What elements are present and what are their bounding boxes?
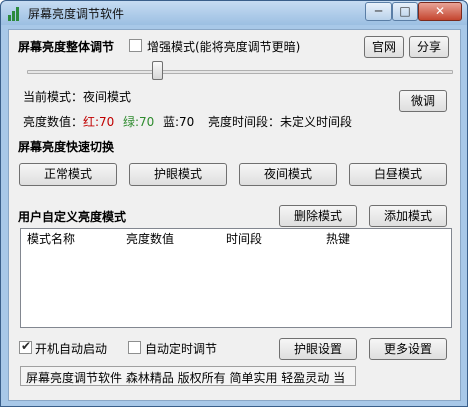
autostart-checkbox[interactable]: ✔ (19, 339, 32, 354)
add-mode-button[interactable]: 添加模式 (369, 205, 447, 227)
minimize-icon: ─ (374, 4, 383, 18)
column-header-brightness[interactable]: 亮度数值 (126, 230, 174, 247)
enhance-mode-checkbox[interactable] (129, 39, 142, 52)
quick-switch-title: 屏幕亮度快速切换 (18, 140, 115, 154)
close-icon: ✕ (434, 4, 446, 18)
window-title: 屏幕亮度调节软件 (28, 7, 125, 21)
column-header-mode-name[interactable]: 模式名称 (27, 230, 75, 247)
app-bars-icon (7, 5, 23, 21)
current-mode-label: 当前模式：夜间模式 (23, 90, 132, 104)
maximize-button[interactable]: □ (392, 2, 418, 21)
eye-settings-button[interactable]: 护眼设置 (279, 338, 357, 360)
blue-value: 蓝:70 (163, 115, 195, 129)
brightness-slider-thumb[interactable] (151, 61, 163, 80)
main-window: 屏幕亮度调节软件 ─ □ ✕ 屏幕亮度整体调节 增强模式(能将亮度调节更暗) 官… (0, 0, 468, 407)
delete-mode-button[interactable]: 删除模式 (279, 205, 357, 227)
official-site-button[interactable]: 官网 (364, 36, 404, 58)
list-header: 模式名称 亮度数值 时间段 热键 (21, 229, 451, 246)
eye-care-mode-button[interactable]: 护眼模式 (129, 163, 227, 186)
check-mark-icon: ✔ (21, 339, 32, 353)
more-settings-button[interactable]: 更多设置 (369, 338, 447, 360)
timed-adjust-label: 自动定时调节 (145, 342, 218, 356)
autostart-label: 开机自动启动 (35, 342, 108, 356)
custom-modes-list[interactable]: 模式名称 亮度数值 时间段 热键 (20, 228, 452, 328)
column-header-time-period[interactable]: 时间段 (226, 230, 262, 247)
time-period-label: 亮度时间段：未定义时间段 (208, 115, 353, 129)
fine-tune-button[interactable]: 微调 (399, 90, 447, 112)
daylight-mode-button[interactable]: 白昼模式 (349, 163, 447, 186)
client-area: 屏幕亮度整体调节 增强模式(能将亮度调节更暗) 官网 分享 当前模式：夜间模式 … (8, 29, 461, 401)
close-button[interactable]: ✕ (418, 2, 462, 21)
red-value: 红:70 (83, 115, 115, 129)
maximize-icon: □ (399, 4, 411, 18)
night-mode-button[interactable]: 夜间模式 (239, 163, 337, 186)
green-value: 绿:70 (123, 115, 155, 129)
brightness-section-title: 屏幕亮度整体调节 (18, 40, 115, 54)
status-text: 屏幕亮度调节软件 森林精品 版权所有 简单实用 轻盈灵动 当 (26, 371, 346, 385)
status-bar: 屏幕亮度调节软件 森林精品 版权所有 简单实用 轻盈灵动 当 (20, 366, 356, 386)
brightness-values-prefix: 亮度数值： (23, 115, 84, 129)
normal-mode-button[interactable]: 正常模式 (19, 163, 117, 186)
column-header-hotkey[interactable]: 热键 (326, 230, 350, 247)
share-button[interactable]: 分享 (409, 36, 449, 58)
minimize-button[interactable]: ─ (365, 2, 392, 21)
brightness-slider-track[interactable] (27, 70, 453, 74)
timed-adjust-checkbox[interactable] (128, 341, 141, 354)
custom-modes-title: 用户自定义亮度模式 (18, 210, 127, 224)
title-bar[interactable]: 屏幕亮度调节软件 ─ □ ✕ (1, 1, 467, 25)
enhance-mode-label: 增强模式(能将亮度调节更暗) (147, 40, 301, 54)
